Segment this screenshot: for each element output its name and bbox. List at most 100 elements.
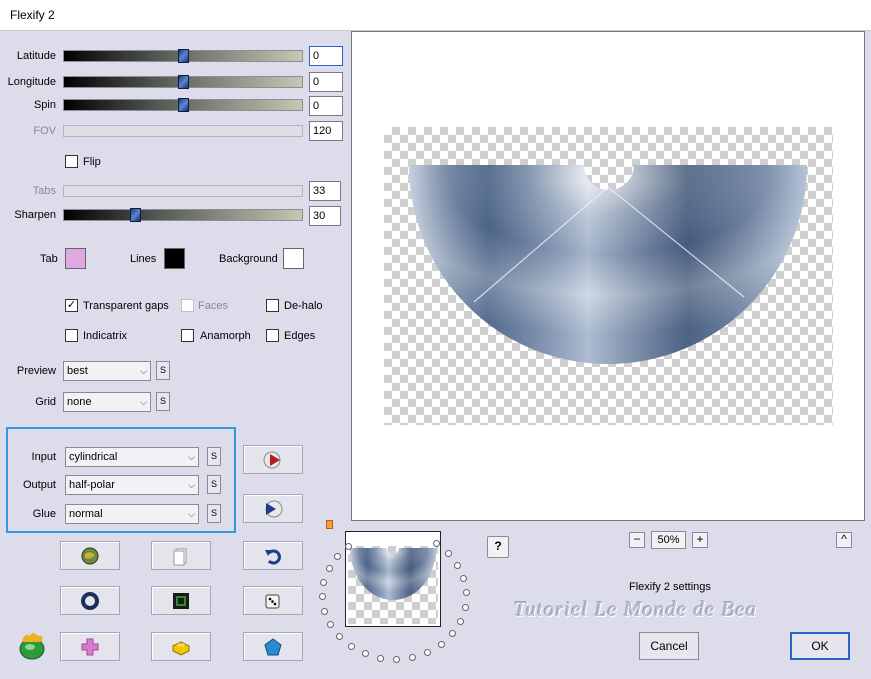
longitude-slider-thumb[interactable]: [178, 75, 189, 89]
zoom-in-button[interactable]: +: [692, 532, 708, 548]
dial-dot[interactable]: [437, 640, 445, 648]
spin-slider-thumb[interactable]: [178, 98, 189, 112]
de-halo-label: De-halo: [284, 300, 323, 312]
latitude-slider-thumb[interactable]: [178, 49, 189, 63]
longitude-input[interactable]: 0: [309, 72, 343, 92]
zoom-out-button[interactable]: −: [629, 532, 645, 548]
dial-dot[interactable]: [335, 633, 343, 641]
fov-label: FOV: [33, 125, 56, 137]
cross-shape-button[interactable]: [60, 632, 120, 661]
tabs-slider: [63, 185, 303, 197]
play-back-button[interactable]: [243, 494, 303, 523]
lego-brick-button[interactable]: [151, 632, 211, 661]
tab-color-swatch[interactable]: [65, 248, 86, 269]
dial-dot[interactable]: [448, 630, 456, 638]
flip-label: Flip: [83, 156, 101, 168]
lego-brick-icon: [172, 641, 190, 656]
indicatrix-checkbox[interactable]: [65, 329, 78, 342]
dial-dot[interactable]: [326, 621, 334, 629]
background-color-label: Background: [219, 253, 278, 265]
square-frame-icon: [173, 593, 189, 609]
dial-dot[interactable]: [345, 542, 353, 550]
dial-dot[interactable]: [393, 655, 401, 663]
dial-dot[interactable]: [361, 650, 369, 658]
dial-dot[interactable]: [461, 603, 469, 611]
grid-select-value: none: [67, 396, 92, 408]
play-forward-icon: [263, 451, 281, 469]
output-projection-select[interactable]: half-polar ⌵: [65, 475, 199, 495]
grid-select[interactable]: none ⌵: [63, 392, 151, 412]
dial-dot[interactable]: [325, 565, 333, 573]
preview-area[interactable]: [351, 31, 865, 521]
dial-dot[interactable]: [409, 653, 417, 661]
input-s-button[interactable]: S: [207, 447, 221, 466]
lines-color-swatch[interactable]: [164, 248, 185, 269]
dial-dot[interactable]: [347, 643, 355, 651]
flexify-logo-icon: [19, 633, 45, 660]
sharpen-slider[interactable]: [63, 208, 303, 222]
dial-dot[interactable]: [424, 648, 432, 656]
de-halo-checkbox[interactable]: [266, 299, 279, 312]
dial-dot[interactable]: [320, 579, 328, 587]
dial-dot[interactable]: [321, 607, 329, 615]
dial-dot[interactable]: [462, 589, 470, 597]
dial-dot[interactable]: [454, 561, 462, 569]
sharpen-slider-thumb[interactable]: [130, 208, 141, 222]
dial-dot[interactable]: [456, 617, 464, 625]
dial-dot[interactable]: [377, 654, 385, 662]
tab-color-label: Tab: [40, 253, 58, 265]
dial-dot[interactable]: [319, 593, 327, 601]
output-s-button[interactable]: S: [207, 475, 221, 494]
cancel-button[interactable]: Cancel: [639, 632, 699, 660]
latitude-input[interactable]: 0: [309, 46, 343, 66]
dial-dot[interactable]: [460, 575, 468, 583]
input-projection-value: cylindrical: [69, 451, 118, 463]
spin-input[interactable]: 0: [309, 96, 343, 116]
chevron-down-icon: ⌵: [188, 452, 195, 462]
spin-slider[interactable]: [63, 98, 303, 112]
preview-s-button[interactable]: S: [156, 361, 170, 380]
copy-button[interactable]: [151, 541, 211, 570]
pentagon-icon: [264, 638, 282, 656]
chevron-down-icon: ⌵: [188, 509, 195, 519]
latitude-slider[interactable]: [63, 49, 303, 63]
pentagon-button[interactable]: [243, 632, 303, 661]
spin-label: Spin: [33, 99, 56, 111]
collapse-button[interactable]: ^: [836, 532, 852, 548]
fov-slider: [63, 125, 303, 137]
glue-s-button[interactable]: S: [207, 504, 221, 523]
undo-button[interactable]: [243, 541, 303, 570]
random-planet-button[interactable]: [60, 541, 120, 570]
preview-select[interactable]: best ⌵: [63, 361, 151, 381]
square-frame-button[interactable]: [151, 586, 211, 615]
thumbnail-image: [350, 548, 436, 600]
grid-s-button[interactable]: S: [156, 392, 170, 411]
dial-marker[interactable]: [326, 520, 333, 529]
input-label: Input: [31, 451, 56, 463]
window-title: Flexify 2: [10, 8, 55, 22]
glue-select[interactable]: normal ⌵: [65, 504, 199, 524]
sharpen-input[interactable]: 30: [309, 206, 341, 226]
edges-checkbox[interactable]: [266, 329, 279, 342]
dice-button[interactable]: [243, 586, 303, 615]
play-forward-button[interactable]: [243, 445, 303, 474]
ring-button[interactable]: [60, 586, 120, 615]
dial-dot[interactable]: [333, 553, 341, 561]
latitude-label: Latitude: [16, 50, 56, 62]
anamorph-checkbox[interactable]: [181, 329, 194, 342]
longitude-slider[interactable]: [63, 75, 303, 89]
background-color-swatch[interactable]: [283, 248, 304, 269]
help-button[interactable]: ?: [487, 536, 509, 558]
faces-checkbox: [181, 299, 194, 312]
dial-dot[interactable]: [445, 549, 453, 557]
tabs-input[interactable]: 33: [309, 181, 341, 201]
transparent-gaps-checkbox[interactable]: ✓: [65, 299, 78, 312]
lines-color-label: Lines: [130, 253, 157, 265]
flip-checkbox[interactable]: [65, 155, 78, 168]
edges-label: Edges: [284, 330, 316, 342]
input-projection-select[interactable]: cylindrical ⌵: [65, 447, 199, 467]
fov-input[interactable]: 120: [309, 121, 343, 141]
cross-shape-icon: [81, 638, 99, 656]
ok-button[interactable]: OK: [790, 632, 850, 660]
thumbnail-preview[interactable]: [345, 531, 441, 627]
